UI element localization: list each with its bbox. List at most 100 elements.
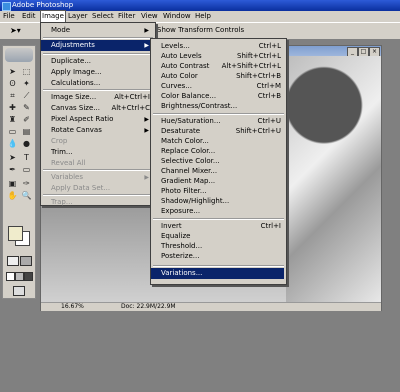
menu-item-label: Rotate Canvas [51,126,102,134]
menu-item-variables[interactable]: Variables ▶ [41,172,153,183]
menu-item-trim[interactable]: Trim... [41,147,153,158]
submenu-arrow-icon: ▶ [144,116,149,123]
menu-item-duplicate[interactable]: Duplicate... [41,56,153,67]
menu-item-label: Exposure... [161,207,201,215]
menu-filter[interactable]: Filter [117,11,136,22]
pen-icon[interactable]: ✒ [6,164,19,175]
shape-icon[interactable]: ▭ [20,164,33,175]
healing-icon[interactable]: ✚ [6,102,19,113]
hand-icon[interactable]: ✋ [6,190,19,201]
document-status-bar: 16.67% Doc: 22.9M/22.9M [41,302,381,311]
jump-to-imageready-icon[interactable] [13,286,25,296]
quick-mask-icon[interactable] [20,256,32,266]
menu-item-calculations[interactable]: Calculations... [41,78,153,89]
notes-icon[interactable]: ▣ [6,178,19,189]
menu-item-reveal-all[interactable]: Reveal All [41,158,153,169]
history-brush-icon[interactable]: ✐ [20,114,33,125]
menu-item-rotate-canvas[interactable]: Rotate Canvas ▶ [41,125,153,136]
menu-item-label: Crop [51,137,68,145]
zoom-level[interactable]: 16.67% [61,303,84,311]
adjustments-submenu: Levels... Ctrl+L Auto Levels Shift+Ctrl+L Au… [150,38,287,285]
stamp-icon[interactable]: ♜ [6,114,19,125]
submenu-arrow-icon: ▶ [144,27,149,34]
menu-select[interactable]: Select [91,11,115,22]
lasso-icon[interactable]: ʘ [6,78,19,89]
menu-bar: File Edit Image Layer Select Filter View… [0,10,400,23]
menu-item-variations[interactable]: Variations... [151,268,284,279]
screen-mode-standard-icon[interactable] [6,272,15,281]
menu-item-exposure[interactable]: Exposure... [151,206,284,217]
menu-item-apply-image[interactable]: Apply Image... [41,67,153,78]
toolbox: ➤ ⬚ ʘ ✦ ⌗ ⟋ ✚ ✎ ♜ ✐ ▭ ▤ 💧 ● ➤ T ✒ ▭ ▣ ✑ … [2,45,36,299]
eraser-icon[interactable]: ▭ [6,126,19,137]
brush-icon[interactable]: ✎ [20,102,33,113]
menu-item-pixel-aspect-ratio[interactable]: Pixel Aspect Ratio ▶ [41,114,153,125]
menu-item-label: Brightness/Contrast... [161,102,238,110]
show-transform-label: Show Transform Controls [157,26,245,34]
screen-mode-menu-icon[interactable] [15,272,24,281]
quick-mask-standard-icon[interactable] [7,256,19,266]
menu-item-posterize[interactable]: Posterize... [151,251,284,262]
menu-item-label: Apply Data Set... [51,184,111,192]
type-icon[interactable]: T [20,152,33,163]
zoom-icon[interactable]: 🔍 [20,190,33,201]
eyedropper-icon[interactable]: ✑ [20,178,33,189]
menu-separator [43,89,153,91]
menu-item-canvas-size[interactable]: Canvas Size... Alt+Ctrl+C [41,103,153,114]
menu-separator [153,113,284,115]
magic-wand-icon[interactable]: ✦ [20,78,33,89]
image-canvas[interactable] [286,56,381,302]
menu-item-label: Variables [51,173,83,181]
menu-help[interactable]: Help [194,11,212,22]
menu-item-shortcut: Alt+Ctrl+C [111,104,150,112]
menu-item-label: Reveal All [51,159,86,167]
menu-edit[interactable]: Edit [21,11,37,22]
menu-item-label: Posterize... [161,252,200,260]
menu-item-image-size[interactable]: Image Size... Alt+Ctrl+I [41,92,153,103]
image-menu: Mode ▶ Adjustments ▶ Duplicate... Apply Image… [40,22,156,206]
screen-mode-full-icon[interactable] [24,272,33,281]
menu-item-label: Image Size... [51,93,97,101]
move-tool-preset-icon[interactable]: ➤▾ [10,26,21,35]
menu-separator [153,218,284,220]
menu-separator [43,169,153,171]
menu-separator [43,37,153,39]
menu-item-trap[interactable]: Trap... [41,197,153,208]
menu-item-label: Apply Image... [51,68,102,76]
menu-layer[interactable]: Layer [67,11,89,22]
submenu-arrow-icon: ▶ [144,174,149,181]
menu-window[interactable]: Window [162,11,192,22]
menu-item-apply-data-set[interactable]: Apply Data Set... [41,183,153,194]
move-icon[interactable]: ➤ [6,66,19,77]
slice-icon[interactable]: ⟋ [20,90,33,101]
menu-view[interactable]: View [140,11,159,22]
marquee-icon[interactable]: ⬚ [20,66,33,77]
photoshop-app-icon [2,2,11,11]
menu-item-label: Calculations... [51,79,101,87]
menu-item-label: Variations... [161,269,203,277]
submenu-arrow-icon: ▶ [144,127,149,134]
menu-item-adjustments[interactable]: Adjustments ▶ [41,40,153,51]
menu-item-brightness-contrast[interactable]: Brightness/Contrast... [151,101,284,112]
menu-item-label: Pixel Aspect Ratio [51,115,114,123]
submenu-arrow-icon: ▶ [144,42,149,49]
toolbox-header-logo [5,48,33,62]
dodge-icon[interactable]: ● [20,138,33,149]
foreground-color-swatch[interactable] [8,226,23,241]
menu-separator [43,194,153,196]
menu-item-crop[interactable]: Crop [41,136,153,147]
menu-item-label: Trim... [51,148,73,156]
gradient-icon[interactable]: ▤ [20,126,33,137]
crop-icon[interactable]: ⌗ [6,90,19,101]
path-select-icon[interactable]: ➤ [6,152,19,163]
menu-item-label: Duplicate... [51,57,92,65]
menu-separator [43,53,153,55]
menu-item-mode[interactable]: Mode ▶ [41,25,153,36]
menu-separator [153,265,284,267]
menu-item-label: Adjustments [51,41,95,49]
blur-icon[interactable]: 💧 [6,138,19,149]
menu-item-label: Mode [51,26,71,34]
menu-item-shortcut: Alt+Ctrl+I [114,93,150,101]
menu-file[interactable]: File [2,11,16,22]
menu-item-label: Canvas Size... [51,104,100,112]
